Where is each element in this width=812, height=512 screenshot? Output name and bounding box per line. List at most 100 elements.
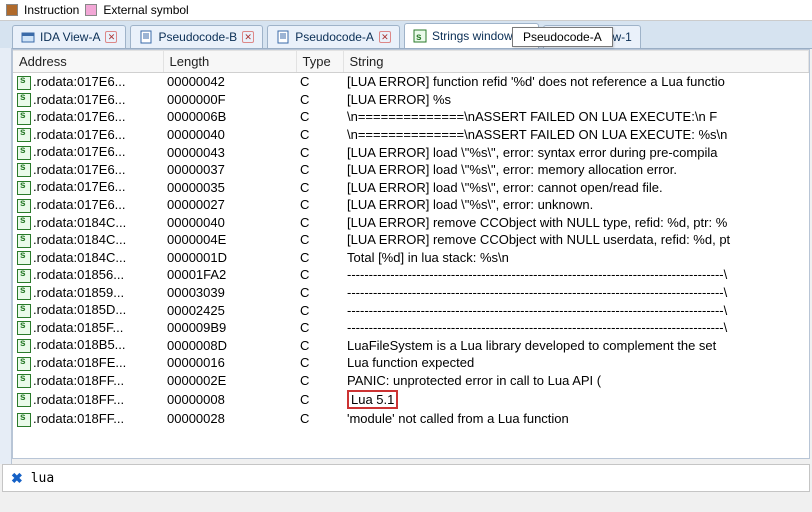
cell-address: .rodata:018B5... — [33, 337, 126, 352]
table-row[interactable]: .rodata:018FF...00000008CLua 5.1 — [13, 389, 809, 410]
tab-label: Pseudocode-B — [158, 30, 237, 44]
tooltip-pseudocode-a: Pseudocode-A — [512, 27, 613, 47]
table-row[interactable]: .rodata:0185D...00002425C---------------… — [13, 301, 809, 319]
string-entry-icon — [17, 413, 31, 427]
table-row[interactable]: .rodata:017E6...0000006BC\n=============… — [13, 108, 809, 126]
cell-address: .rodata:0185D... — [33, 302, 126, 317]
cell-type: C — [296, 143, 343, 161]
cell-string: \n==============\nASSERT FAILED ON LUA E… — [343, 108, 809, 126]
table-row[interactable]: .rodata:018B5...0000008DCLuaFileSystem i… — [13, 336, 809, 354]
cell-string: [LUA ERROR] remove CCObject with NULL us… — [343, 231, 809, 249]
cell-address: .rodata:017E6... — [33, 162, 126, 177]
strings-table: Address Length Type String .rodata:017E6… — [13, 50, 809, 428]
col-header-type[interactable]: Type — [296, 51, 343, 73]
cell-address: .rodata:018FF... — [33, 392, 124, 407]
cell-type: C — [296, 354, 343, 372]
table-row[interactable]: .rodata:017E6...00000037C[LUA ERROR] loa… — [13, 161, 809, 179]
table-row[interactable]: .rodata:017E6...00000040C\n=============… — [13, 126, 809, 144]
view-icon — [21, 30, 35, 44]
cell-length: 0000002E — [163, 372, 296, 390]
cell-length: 00000028 — [163, 410, 296, 428]
table-row[interactable]: .rodata:018FF...0000002ECPANIC: unprotec… — [13, 372, 809, 390]
highlighted-string: Lua 5.1 — [347, 390, 398, 409]
table-row[interactable]: .rodata:018FE...00000016CLua function ex… — [13, 354, 809, 372]
string-entry-icon — [17, 128, 31, 142]
cell-length: 00002425 — [163, 301, 296, 319]
cell-address: .rodata:0184C... — [33, 250, 126, 265]
table-row[interactable]: .rodata:018FF...00000028C'module' not ca… — [13, 410, 809, 428]
tab-close-icon[interactable]: ✕ — [379, 31, 391, 43]
cell-address: .rodata:017E6... — [33, 127, 126, 142]
cell-string: ----------------------------------------… — [343, 284, 809, 302]
col-header-string[interactable]: String — [343, 51, 809, 73]
cell-type: C — [296, 196, 343, 214]
string-entry-icon — [17, 304, 31, 318]
cell-length: 00000042 — [163, 73, 296, 91]
table-row[interactable]: .rodata:017E6...00000035C[LUA ERROR] loa… — [13, 178, 809, 196]
string-entry-icon — [17, 251, 31, 265]
tab-label: Pseudocode-A — [295, 30, 374, 44]
string-entry-icon — [17, 111, 31, 125]
string-entry-icon — [17, 393, 31, 407]
table-row[interactable]: .rodata:017E6...0000000FC[LUA ERROR] %s — [13, 91, 809, 109]
cell-type: C — [296, 410, 343, 428]
table-row[interactable]: .rodata:01859...00003039C---------------… — [13, 284, 809, 302]
cell-length: 0000000F — [163, 91, 296, 109]
cell-string: Lua 5.1 — [343, 389, 809, 410]
cell-string: [LUA ERROR] load \"%s\", error: memory a… — [343, 161, 809, 179]
tab-label: IDA View-A — [40, 30, 100, 44]
col-header-length[interactable]: Length — [163, 51, 296, 73]
tab-close-icon[interactable]: ✕ — [105, 31, 117, 43]
string-entry-icon — [17, 269, 31, 283]
table-row[interactable]: .rodata:0185F...000009B9C---------------… — [13, 319, 809, 337]
string-entry-icon — [17, 181, 31, 195]
table-row[interactable]: .rodata:0184C...00000040C[LUA ERROR] rem… — [13, 214, 809, 232]
table-row[interactable]: .rodata:0184C...0000001DCTotal [%d] in l… — [13, 249, 809, 267]
cell-length: 0000008D — [163, 336, 296, 354]
legend-swatch-external — [85, 4, 97, 16]
cell-string: [LUA ERROR] function refid '%d' does not… — [343, 73, 809, 91]
col-header-address[interactable]: Address — [13, 51, 163, 73]
legend-label-instruction: Instruction — [24, 3, 79, 17]
cell-type: C — [296, 284, 343, 302]
string-entry-icon — [17, 339, 31, 353]
filter-input[interactable] — [31, 471, 801, 486]
table-row[interactable]: .rodata:017E6...00000027C[LUA ERROR] loa… — [13, 196, 809, 214]
cell-address: .rodata:0184C... — [33, 232, 126, 247]
table-row[interactable]: .rodata:017E6...00000043C[LUA ERROR] loa… — [13, 143, 809, 161]
strings-icon: s — [413, 29, 427, 43]
cell-type: C — [296, 266, 343, 284]
cell-type: C — [296, 249, 343, 267]
cell-string: [LUA ERROR] remove CCObject with NULL ty… — [343, 214, 809, 232]
cell-string: LuaFileSystem is a Lua library developed… — [343, 336, 809, 354]
tab-close-icon[interactable]: ✕ — [242, 31, 254, 43]
tab-ida-view-a[interactable]: IDA View-A ✕ — [12, 25, 126, 48]
clear-filter-icon[interactable]: ✖ — [11, 470, 23, 487]
cell-string: [LUA ERROR] load \"%s\", error: syntax e… — [343, 143, 809, 161]
cell-address: .rodata:017E6... — [33, 144, 126, 159]
table-row[interactable]: .rodata:017E6...00000042C[LUA ERROR] fun… — [13, 73, 809, 91]
cell-length: 00000040 — [163, 214, 296, 232]
tab-pseudocode-b[interactable]: Pseudocode-B ✕ — [130, 25, 263, 48]
tab-pseudocode-a[interactable]: Pseudocode-A ✕ — [267, 25, 400, 48]
tab-label: Strings window — [432, 29, 513, 43]
cell-string: ----------------------------------------… — [343, 301, 809, 319]
strings-table-container: Address Length Type String .rodata:017E6… — [12, 49, 810, 459]
string-entry-icon — [17, 374, 31, 388]
cell-string: [LUA ERROR] load \"%s\", error: unknown. — [343, 196, 809, 214]
table-row[interactable]: .rodata:0184C...0000004EC[LUA ERROR] rem… — [13, 231, 809, 249]
cell-length: 000009B9 — [163, 319, 296, 337]
cell-address: .rodata:017E6... — [33, 179, 126, 194]
cell-address: .rodata:017E6... — [33, 197, 126, 212]
cell-length: 00001FA2 — [163, 266, 296, 284]
filter-bar: ✖ — [2, 464, 810, 492]
cell-length: 0000001D — [163, 249, 296, 267]
cell-address: .rodata:018FE... — [33, 355, 126, 370]
cell-address: .rodata:0184C... — [33, 215, 126, 230]
string-entry-icon — [17, 321, 31, 335]
table-row[interactable]: .rodata:01856...00001FA2C---------------… — [13, 266, 809, 284]
cell-type: C — [296, 231, 343, 249]
cell-type: C — [296, 126, 343, 144]
cell-address: .rodata:017E6... — [33, 74, 126, 89]
cell-length: 0000006B — [163, 108, 296, 126]
